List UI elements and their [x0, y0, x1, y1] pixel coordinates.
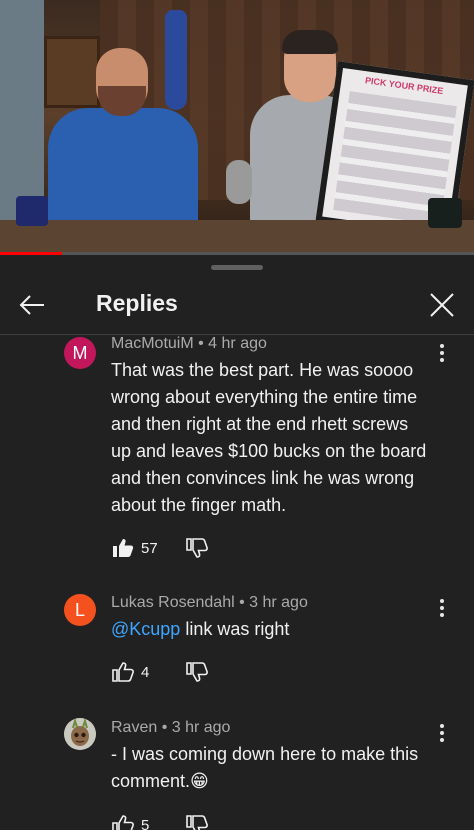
like-count: 4: [141, 663, 150, 681]
dot-icon: [440, 344, 444, 348]
dot-icon: [440, 351, 444, 355]
video-background-wall: [0, 0, 44, 220]
video-mug-left: [16, 196, 48, 226]
dot-icon: [440, 358, 444, 362]
avatar-letter: M: [72, 342, 88, 363]
comment-text: That was the best part. He was soooo wro…: [111, 360, 427, 515]
thumbs-up-icon: [112, 662, 134, 682]
like-count: 5: [141, 816, 150, 830]
like-button[interactable]: [111, 813, 135, 830]
dislike-button[interactable]: [185, 536, 209, 560]
avatar[interactable]: [64, 718, 96, 750]
back-button[interactable]: [14, 287, 50, 323]
avatar[interactable]: L: [64, 594, 96, 626]
more-options-button[interactable]: [432, 721, 452, 745]
more-options-button[interactable]: [432, 341, 452, 365]
video-desk: [0, 220, 474, 255]
arrow-left-icon: [19, 295, 44, 315]
like-button[interactable]: [111, 536, 135, 560]
close-icon: [430, 293, 454, 317]
like-count: 57: [141, 539, 158, 557]
video-player[interactable]: PICK YOUR PRIZE: [0, 0, 474, 255]
thumbs-up-icon: [112, 815, 134, 830]
dot-icon: [440, 613, 444, 617]
comment-item: M MacMotuiM • 4 hr ago That was the best…: [0, 335, 474, 567]
mention-link[interactable]: @Kcupp: [111, 619, 180, 639]
comment-text: - I was coming down here to make this co…: [111, 744, 419, 791]
comment-item: L Lukas Rosendahl • 3 hr ago @Kcupp link…: [0, 592, 474, 692]
avatar[interactable]: M: [64, 337, 96, 369]
video-person-left: [48, 108, 198, 226]
close-button[interactable]: [424, 287, 460, 323]
comment-actions: 4: [111, 660, 209, 684]
replies-panel: Replies M MacMotuiM • 4 hr ago That was …: [0, 255, 474, 830]
page-title: Replies: [96, 290, 178, 316]
dot-icon: [440, 738, 444, 742]
more-options-button[interactable]: [432, 596, 452, 620]
like-button[interactable]: [111, 660, 135, 684]
dot-icon: [440, 599, 444, 603]
dot-icon: [440, 731, 444, 735]
video-person-right-hair: [282, 30, 338, 54]
drag-handle[interactable]: [211, 265, 263, 270]
replies-header: Replies: [0, 275, 474, 335]
thumbs-down-icon: [186, 662, 208, 682]
video-mug-right: [428, 198, 462, 228]
comment-actions: 5: [111, 813, 209, 830]
dot-icon: [440, 724, 444, 728]
groot-avatar-icon: [64, 718, 96, 750]
comment-text-body: link was right: [185, 619, 290, 639]
thumbs-down-icon: [186, 538, 208, 558]
thumbs-up-filled-icon: [113, 539, 134, 557]
video-guitar: [165, 10, 187, 110]
comment-actions: 57: [111, 536, 209, 560]
avatar-letter: L: [74, 599, 85, 620]
comment-meta: MacMotuiM • 4 hr ago: [111, 335, 267, 352]
thumbs-down-icon: [186, 815, 208, 830]
dislike-button[interactable]: [185, 660, 209, 684]
dislike-button[interactable]: [185, 813, 209, 830]
video-shelf: [44, 36, 100, 108]
video-microphone: [226, 160, 252, 204]
dot-icon: [440, 606, 444, 610]
comment-text: @Kcupp link was right: [111, 616, 431, 643]
comment-meta: Lukas Rosendahl • 3 hr ago: [111, 594, 308, 611]
comment-meta: Raven • 3 hr ago: [111, 719, 231, 736]
comment-item: Raven • 3 hr ago - I was coming down her…: [0, 717, 474, 830]
